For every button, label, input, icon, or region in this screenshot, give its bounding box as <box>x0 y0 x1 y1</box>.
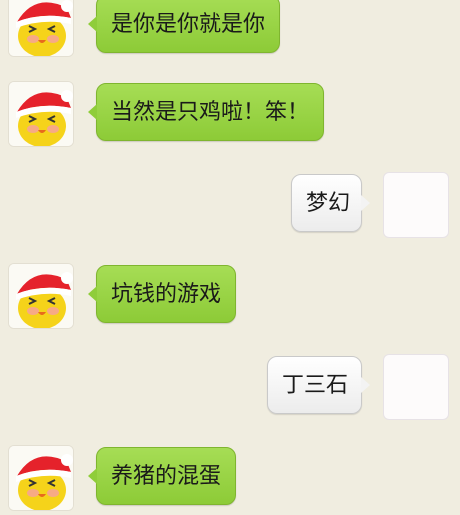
message-row: 梦幻 <box>0 172 460 242</box>
message-bubble-incoming[interactable]: 养猪的混蛋 <box>87 447 237 505</box>
message-row: 坑钱的游戏 <box>0 263 460 333</box>
yellow-chick-santa-hat-avatar-icon[interactable] <box>8 0 74 57</box>
blank-avatar-icon[interactable] <box>383 354 449 420</box>
message-row: 养猪的混蛋 <box>0 445 460 515</box>
message-bubble-incoming[interactable]: 坑钱的游戏 <box>87 265 237 323</box>
message-row: 丁三石 <box>0 354 460 424</box>
blank-avatar-icon[interactable] <box>383 172 449 238</box>
message-bubble-incoming[interactable]: 当然是只鸡啦！笨！ <box>87 83 325 141</box>
message-row: 当然是只鸡啦！笨！ <box>0 81 460 151</box>
message-row: 是你是你就是你 <box>0 0 460 61</box>
message-bubble-incoming[interactable]: 是你是你就是你 <box>87 0 281 53</box>
message-bubble-outgoing[interactable]: 丁三石 <box>267 356 370 414</box>
yellow-chick-santa-hat-avatar-icon[interactable] <box>8 263 74 329</box>
yellow-chick-santa-hat-avatar-icon[interactable] <box>8 445 74 511</box>
message-bubble-outgoing[interactable]: 梦幻 <box>291 174 370 232</box>
yellow-chick-santa-hat-avatar-icon[interactable] <box>8 81 74 147</box>
